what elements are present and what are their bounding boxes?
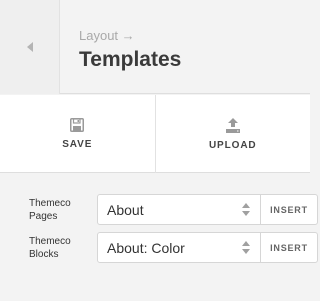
action-bar: SAVE UPLOAD <box>0 95 310 173</box>
insert-block-button[interactable]: INSERT <box>260 232 318 263</box>
save-button[interactable]: SAVE <box>0 95 155 173</box>
back-button[interactable] <box>0 0 60 94</box>
breadcrumb[interactable]: Layout → <box>79 28 135 43</box>
save-icon <box>70 118 85 132</box>
select-caret-icon <box>242 241 251 255</box>
themeco-blocks-label: Themeco Blocks <box>29 236 71 260</box>
upload-label: UPLOAD <box>208 139 257 151</box>
upload-icon <box>225 117 241 133</box>
themeco-pages-value: About <box>107 202 144 218</box>
upload-button[interactable]: UPLOAD <box>154 95 311 173</box>
templates-panel: Themeco Pages About INSERT Themeco Block… <box>0 174 318 301</box>
themeco-blocks-row: Themeco Blocks About: Color INSERT <box>29 232 318 263</box>
themeco-blocks-value: About: Color <box>107 240 185 256</box>
insert-page-button[interactable]: INSERT <box>260 194 318 225</box>
page-title: Templates <box>79 48 182 71</box>
themeco-pages-row: Themeco Pages About INSERT <box>29 194 318 225</box>
header: Layout → Templates <box>0 0 310 94</box>
chevron-left-icon <box>26 42 33 52</box>
save-label: SAVE <box>62 139 93 150</box>
themeco-blocks-select[interactable]: About: Color <box>97 232 261 263</box>
select-caret-icon <box>242 203 251 217</box>
themeco-pages-select[interactable]: About <box>97 194 261 225</box>
themeco-pages-label: Themeco Pages <box>29 198 71 222</box>
